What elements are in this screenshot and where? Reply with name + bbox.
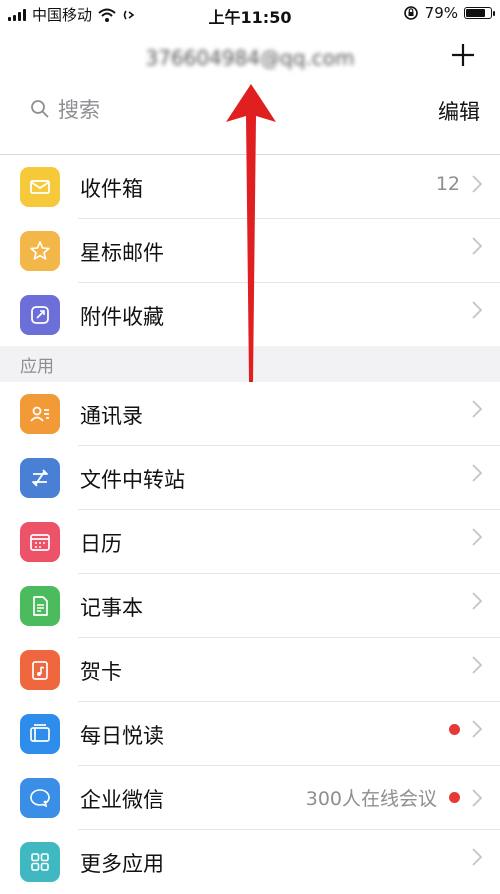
reader-icon	[20, 714, 60, 754]
wework-icon	[20, 778, 60, 818]
app-greeting-card[interactable]: 贺卡	[0, 638, 500, 702]
status-bar: 中国移动 上午11:50 79%	[0, 0, 500, 28]
attachment-icon	[20, 295, 60, 335]
account-email[interactable]: 376604984@qq.com	[0, 46, 500, 70]
search-placeholder: 搜索	[58, 98, 100, 122]
app-daily-reading[interactable]: 每日悦读	[0, 702, 500, 766]
row-trail	[472, 400, 482, 418]
row-trail: 300人在线会议	[306, 784, 482, 811]
row-trail	[472, 848, 482, 866]
chevron-right-icon	[472, 528, 482, 546]
app-label: 日历	[80, 532, 122, 556]
search-icon	[31, 100, 49, 118]
app-wework[interactable]: 企业微信 300人在线会议	[0, 766, 500, 830]
app-label: 更多应用	[80, 852, 164, 876]
folder-label: 星标邮件	[80, 241, 164, 265]
chevron-right-icon	[472, 656, 482, 674]
row-trail	[472, 464, 482, 482]
app-contacts[interactable]: 通讯录	[0, 382, 500, 446]
meeting-promo-text: 300人在线会议	[305, 788, 437, 810]
edit-button[interactable]: 编辑	[438, 96, 480, 126]
star-icon	[20, 231, 60, 271]
app-label: 文件中转站	[80, 468, 185, 492]
chevron-right-icon	[472, 720, 482, 738]
search-row: 搜索 编辑	[0, 86, 500, 136]
chevron-right-icon	[472, 237, 482, 255]
row-trail	[472, 301, 482, 319]
account-header: 376604984@qq.com	[0, 36, 500, 80]
row-trail: 12	[436, 173, 482, 195]
chevron-right-icon	[472, 848, 482, 866]
app-label: 企业微信	[80, 788, 164, 812]
apps-list: 通讯录 文件中转站 日历 记事本 贺卡 每日悦读 企业微信 300人在线会议 更…	[0, 382, 500, 894]
chevron-right-icon	[472, 592, 482, 610]
app-more-apps[interactable]: 更多应用	[0, 830, 500, 894]
unread-count: 12	[435, 173, 460, 195]
red-dot-badge	[449, 723, 460, 735]
folder-starred[interactable]: 星标邮件	[0, 219, 500, 283]
folder-attachments[interactable]: 附件收藏	[0, 283, 500, 347]
app-label: 通讯录	[80, 404, 143, 428]
chevron-right-icon	[472, 788, 482, 807]
section-header-apps: 应用	[0, 346, 500, 382]
more-apps-icon	[20, 842, 60, 882]
greeting-card-icon	[20, 650, 60, 690]
battery-icon	[464, 7, 495, 19]
row-trail	[472, 592, 482, 610]
row-trail	[449, 720, 482, 738]
transfer-icon	[20, 458, 60, 498]
row-trail	[472, 528, 482, 546]
app-notepad[interactable]: 记事本	[0, 574, 500, 638]
chevron-right-icon	[472, 464, 482, 482]
row-trail	[472, 237, 482, 255]
app-label: 记事本	[80, 596, 143, 620]
orientation-lock-icon	[403, 6, 418, 20]
inbox-icon	[20, 167, 60, 207]
row-trail	[472, 656, 482, 674]
contacts-icon	[20, 394, 60, 434]
notepad-icon	[20, 586, 60, 626]
section-title: 应用	[20, 357, 54, 377]
app-label: 每日悦读	[80, 724, 164, 748]
battery-percent: 79%	[424, 4, 458, 22]
chevron-right-icon	[472, 301, 482, 319]
add-icon[interactable]	[448, 40, 478, 70]
mail-folder-list: 收件箱 12 星标邮件 附件收藏	[0, 155, 500, 347]
red-dot-badge	[449, 792, 460, 803]
folder-label: 收件箱	[80, 177, 143, 201]
app-label: 贺卡	[80, 660, 122, 684]
calendar-icon	[20, 522, 60, 562]
chevron-right-icon	[472, 175, 482, 193]
app-calendar[interactable]: 日历	[0, 510, 500, 574]
search-input[interactable]: 搜索	[30, 94, 100, 124]
chevron-right-icon	[472, 400, 482, 418]
folder-inbox[interactable]: 收件箱 12	[0, 155, 500, 219]
app-file-transfer[interactable]: 文件中转站	[0, 446, 500, 510]
folder-label: 附件收藏	[80, 305, 164, 329]
status-right: 79%	[403, 4, 495, 22]
